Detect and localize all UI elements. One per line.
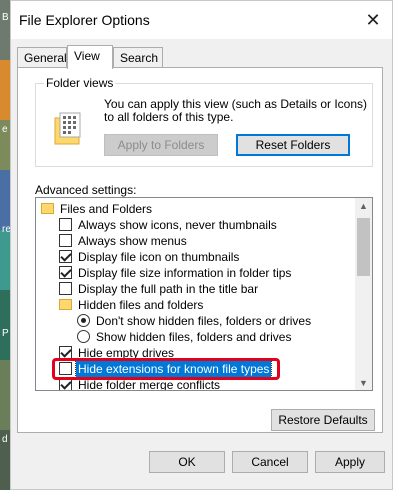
checkbox[interactable] [59,282,72,295]
apply-button[interactable]: Apply [315,451,385,473]
desktop-text: e [2,124,8,135]
title-bar[interactable]: File Explorer Options ✕ [11,1,392,39]
ok-button[interactable]: OK [149,451,225,473]
desktop-text: d [2,434,8,445]
close-icon[interactable]: ✕ [360,7,386,33]
radio-selected[interactable] [77,314,90,327]
apply-to-folders-button[interactable]: Apply to Folders [104,134,218,156]
restore-defaults-button[interactable]: Restore Defaults [271,409,375,431]
checkbox-checked[interactable] [59,266,72,279]
window-title: File Explorer Options [19,12,150,28]
dialog-body: General View Search Folder views You can [11,39,392,489]
checkbox-checked[interactable] [59,250,72,263]
highlight-annotation-box [52,358,280,380]
folder-views-icon [54,112,81,145]
desktop-text: B [2,12,9,23]
desktop-text: P [2,328,9,339]
folder-views-description: You can apply this view (such as Details… [104,97,368,124]
scrollbar-thumb[interactable] [357,218,370,276]
tab-general[interactable]: General [17,47,67,67]
advanced-settings-label: Advanced settings: [35,183,137,197]
cancel-button[interactable]: Cancel [232,451,308,473]
checkbox[interactable] [59,234,72,247]
checkbox[interactable] [59,218,72,231]
folder-icon [59,299,72,310]
tab-search[interactable]: Search [113,47,163,67]
radio[interactable] [77,330,90,343]
tab-view[interactable]: View [67,45,113,69]
file-explorer-options-dialog: File Explorer Options ✕ General View Sea… [10,0,393,490]
reset-folders-button[interactable]: Reset Folders [236,134,350,156]
view-tab-panel: Folder views You can apply this view (su… [17,67,383,433]
scroll-down-icon[interactable]: ▼ [355,375,372,390]
scroll-up-icon[interactable]: ▲ [355,198,372,215]
folder-views-legend: Folder views [44,76,116,90]
folder-icon [41,203,54,214]
vertical-scrollbar[interactable]: ▲ ▼ [355,198,372,390]
folder-views-group: Folder views You can apply this view (su… [35,76,373,167]
